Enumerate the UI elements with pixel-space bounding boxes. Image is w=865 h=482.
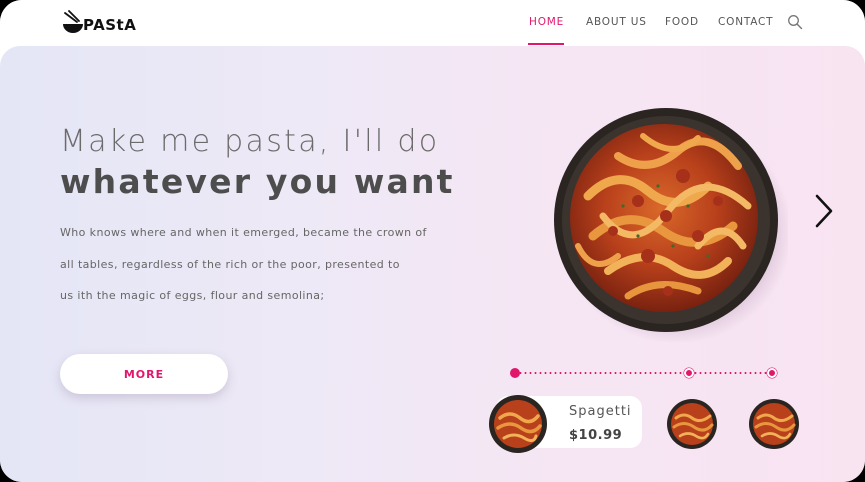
page: PAStA HOME ABOUT US FOOD CONTACT Make me… (0, 0, 865, 482)
product-price: $10.99 (569, 428, 623, 443)
hero-body-line-2: all tables, regardless of the rich or th… (60, 258, 400, 271)
header: PAStA HOME ABOUT US FOOD CONTACT (0, 0, 865, 48)
pasta-dish-image (554, 108, 788, 342)
product-thumbnail (489, 395, 547, 453)
dish-thumbnail-3[interactable] (748, 398, 800, 450)
nav-home[interactable]: HOME (529, 16, 564, 28)
carousel-indicator (510, 367, 777, 379)
hero-headline-line1: Make me pasta, I'll do (60, 124, 440, 159)
dotted-track (518, 372, 774, 374)
nav-contact[interactable]: CONTACT (718, 16, 773, 28)
hero-body-line-1: Who knows where and when it emerged, bec… (60, 226, 427, 239)
nav-active-indicator (528, 43, 564, 45)
search-icon[interactable] (787, 14, 803, 30)
nav-about-us[interactable]: ABOUT US (586, 16, 647, 28)
hero-headline-line2: whatever you want (60, 162, 455, 201)
more-button[interactable]: MORE (60, 354, 228, 394)
main-nav: HOME ABOUT US FOOD CONTACT (0, 16, 865, 36)
chevron-right-icon[interactable] (813, 194, 835, 228)
product-name: Spagetti (569, 404, 632, 419)
dish-thumbnail-2[interactable] (666, 398, 718, 450)
carousel-dot-1[interactable] (510, 368, 520, 378)
nav-food[interactable]: FOOD (665, 16, 699, 28)
carousel-dot-3[interactable] (767, 368, 777, 378)
carousel-dot-2[interactable] (684, 368, 694, 378)
hero-body-line-3: us ith the magic of eggs, flour and semo… (60, 289, 325, 302)
